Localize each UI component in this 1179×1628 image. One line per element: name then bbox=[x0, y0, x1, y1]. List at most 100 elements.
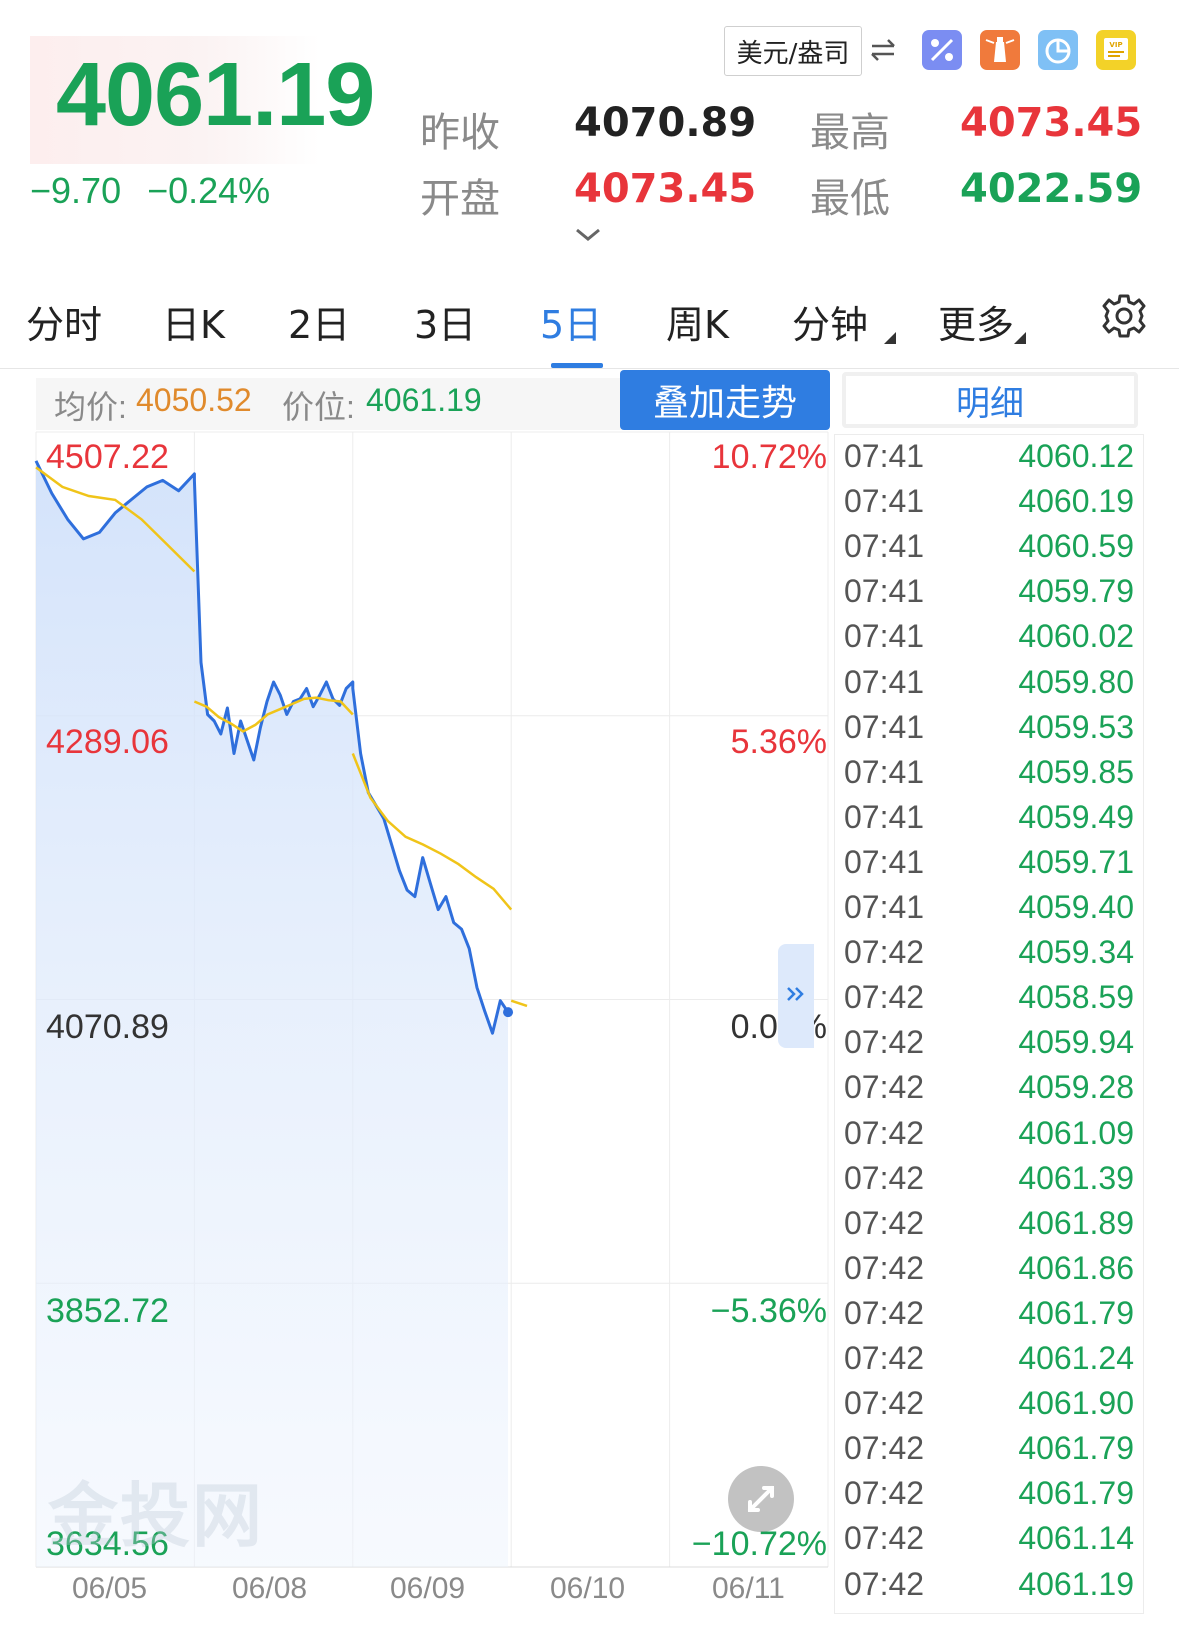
trade-price: 4058.59 bbox=[1018, 979, 1134, 1016]
trade-row: 07:42 4061.90 bbox=[844, 1385, 1134, 1430]
trade-row: 07:41 4060.02 bbox=[844, 618, 1134, 663]
trade-time: 07:41 bbox=[844, 528, 925, 565]
trade-price: 4061.19 bbox=[1018, 1565, 1134, 1602]
trade-time: 07:42 bbox=[844, 1114, 925, 1151]
swap-icon[interactable] bbox=[868, 36, 898, 64]
trade-time: 07:41 bbox=[844, 843, 925, 880]
trade-row: 07:42 4059.94 bbox=[844, 1024, 1134, 1069]
lighthouse-icon[interactable] bbox=[980, 30, 1020, 70]
trade-time: 07:41 bbox=[844, 889, 925, 925]
price-chart[interactable] bbox=[0, 0, 834, 1628]
trade-price: 4060.19 bbox=[1018, 483, 1134, 520]
trade-price: 4060.12 bbox=[1018, 438, 1134, 474]
x-tick: 06/09 bbox=[390, 1572, 466, 1605]
trade-time: 07:42 bbox=[844, 1159, 925, 1196]
trade-time: 07:42 bbox=[844, 1340, 925, 1376]
trade-price: 4061.89 bbox=[1018, 1204, 1134, 1241]
trade-row: 07:42 4061.09 bbox=[844, 1115, 1134, 1160]
x-tick: 06/10 bbox=[550, 1572, 626, 1605]
trade-time: 07:42 bbox=[844, 1475, 925, 1512]
percent-icon[interactable] bbox=[922, 30, 962, 70]
trade-row: 07:41 4059.80 bbox=[844, 664, 1134, 709]
trade-time: 07:42 bbox=[844, 1249, 925, 1286]
trade-row: 07:42 4061.14 bbox=[844, 1520, 1134, 1565]
trade-row: 07:41 4060.59 bbox=[844, 528, 1134, 573]
trade-price: 4061.24 bbox=[1018, 1340, 1134, 1376]
trade-row: 07:41 4060.12 bbox=[844, 438, 1134, 483]
trade-price: 4061.14 bbox=[1018, 1520, 1134, 1557]
vip-icon[interactable]: VIP bbox=[1096, 30, 1136, 70]
collapse-panel-tab[interactable] bbox=[778, 944, 814, 1048]
trade-row: 07:42 4061.86 bbox=[844, 1250, 1134, 1295]
detail-tab[interactable]: 明细 bbox=[842, 372, 1138, 428]
trade-price: 4060.59 bbox=[1018, 528, 1134, 565]
trade-price: 4061.79 bbox=[1018, 1294, 1134, 1331]
trade-price: 4059.40 bbox=[1018, 889, 1134, 925]
trade-time: 07:41 bbox=[844, 438, 925, 474]
trade-time: 07:42 bbox=[844, 1430, 925, 1467]
average-line bbox=[510, 999, 528, 1008]
trade-row: 07:42 4061.19 bbox=[844, 1566, 1134, 1611]
fullscreen-icon bbox=[748, 1486, 774, 1512]
fullscreen-button[interactable] bbox=[728, 1466, 794, 1532]
trade-row: 07:41 4059.85 bbox=[844, 754, 1134, 799]
x-tick: 06/05 bbox=[72, 1572, 148, 1605]
trade-time: 07:41 bbox=[844, 483, 925, 520]
y-tick-left: 4289.06 bbox=[46, 723, 169, 761]
trade-time: 07:41 bbox=[844, 708, 925, 745]
y-tick-left: 4070.89 bbox=[46, 1008, 169, 1046]
trade-time: 07:41 bbox=[844, 753, 925, 790]
x-tick: 06/08 bbox=[232, 1572, 308, 1605]
trade-row: 07:42 4061.79 bbox=[844, 1295, 1134, 1340]
trade-time: 07:42 bbox=[844, 1565, 925, 1602]
trade-time: 07:42 bbox=[844, 1204, 925, 1241]
trade-row: 07:42 4061.79 bbox=[844, 1475, 1134, 1520]
trade-row: 07:42 4061.39 bbox=[844, 1160, 1134, 1205]
high-value: 4073.45 bbox=[960, 100, 1143, 146]
trade-price: 4059.53 bbox=[1018, 708, 1134, 745]
trade-price: 4059.34 bbox=[1018, 934, 1134, 971]
trade-row: 07:41 4060.19 bbox=[844, 483, 1134, 528]
y-tick-right: −5.36% bbox=[710, 1292, 827, 1330]
low-value: 4022.59 bbox=[960, 166, 1143, 212]
trade-price: 4059.80 bbox=[1018, 663, 1134, 700]
trade-row: 07:41 4059.53 bbox=[844, 709, 1134, 754]
trade-price: 4061.09 bbox=[1018, 1114, 1134, 1151]
trade-time: 07:41 bbox=[844, 618, 925, 655]
trade-row: 07:42 4061.79 bbox=[844, 1430, 1134, 1475]
y-tick-right: 5.36% bbox=[730, 723, 827, 761]
trade-time: 07:42 bbox=[844, 1385, 925, 1422]
trade-time: 07:42 bbox=[844, 1024, 925, 1061]
trade-price: 4060.02 bbox=[1018, 618, 1134, 655]
trade-price: 4059.49 bbox=[1018, 798, 1134, 835]
gear-icon[interactable] bbox=[1100, 292, 1148, 340]
trade-price: 4059.79 bbox=[1018, 573, 1134, 610]
y-tick-left: 3852.72 bbox=[46, 1292, 169, 1330]
trade-price: 4059.94 bbox=[1018, 1024, 1134, 1061]
trade-time: 07:41 bbox=[844, 663, 925, 700]
trade-row: 07:41 4059.71 bbox=[844, 844, 1134, 889]
trade-time: 07:42 bbox=[844, 1069, 925, 1106]
trade-price: 4061.39 bbox=[1018, 1159, 1134, 1196]
trade-time: 07:42 bbox=[844, 979, 925, 1016]
trade-row: 07:41 4059.49 bbox=[844, 799, 1134, 844]
trade-row: 07:42 4061.89 bbox=[844, 1205, 1134, 1250]
trade-price: 4061.86 bbox=[1018, 1249, 1134, 1286]
minute-dropdown-caret-icon bbox=[884, 332, 896, 344]
trade-price: 4061.79 bbox=[1018, 1430, 1134, 1467]
trade-row: 07:42 4061.24 bbox=[844, 1340, 1134, 1385]
y-tick-right: 10.72% bbox=[711, 438, 827, 476]
watermark-logo: 金投网 bbox=[48, 1475, 264, 1557]
trade-price: 4061.90 bbox=[1018, 1385, 1134, 1422]
trade-time: 07:42 bbox=[844, 1520, 925, 1557]
trade-row: 07:41 4059.79 bbox=[844, 573, 1134, 618]
trade-time: 07:42 bbox=[844, 1294, 925, 1331]
svg-text:VIP: VIP bbox=[1109, 41, 1122, 49]
tab-more[interactable]: 更多 bbox=[938, 294, 1014, 349]
trade-price: 4059.71 bbox=[1018, 843, 1134, 880]
pie-chart-icon[interactable] bbox=[1038, 30, 1078, 70]
latest-price-dot bbox=[503, 1007, 514, 1018]
x-tick: 06/11 bbox=[712, 1572, 785, 1605]
trade-row: 07:42 4059.34 bbox=[844, 934, 1134, 979]
trade-row: 07:41 4059.40 bbox=[844, 889, 1134, 934]
